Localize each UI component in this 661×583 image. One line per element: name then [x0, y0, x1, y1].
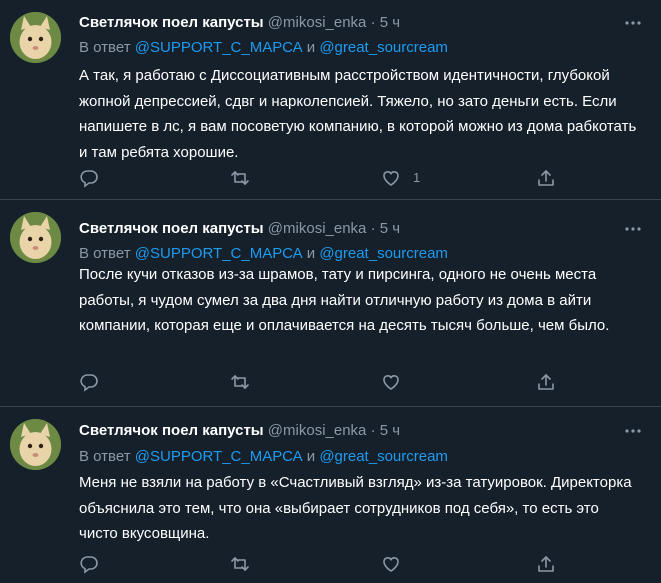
- reply-and: и: [306, 448, 316, 465]
- mention-link[interactable]: @great_sourcream: [319, 245, 448, 262]
- author-handle[interactable]: @mikosi_enka: [268, 422, 367, 439]
- avatar-image: [10, 419, 61, 470]
- more-icon[interactable]: [623, 13, 643, 33]
- tweet-text: А так, я работаю с Диссоциативным расстр…: [79, 67, 637, 161]
- avatar[interactable]: [10, 419, 61, 470]
- like-icon[interactable]: [381, 372, 401, 392]
- mention-link[interactable]: @SUPPORT_С_МАРСА: [135, 448, 303, 465]
- tweet-feed: Светлячок поел капусты @mikosi_enka · 5 …: [0, 0, 661, 583]
- tweet[interactable]: Светлячок поел капусты @mikosi_enka · 5 …: [0, 407, 661, 583]
- like-count: 1: [413, 170, 421, 185]
- avatar[interactable]: [10, 12, 61, 63]
- share-icon[interactable]: [536, 168, 556, 188]
- mention-link[interactable]: @great_sourcream: [319, 448, 448, 465]
- like-icon[interactable]: [381, 554, 401, 574]
- reply-and: и: [306, 39, 316, 56]
- reply-context: В ответ @SUPPORT_С_МАРСА и @great_sourcr…: [79, 447, 448, 467]
- avatar[interactable]: [10, 212, 61, 263]
- more-icon[interactable]: [623, 219, 643, 239]
- author-name[interactable]: Светлячок поел капусты: [79, 422, 264, 439]
- retweet-icon[interactable]: [230, 168, 250, 188]
- timestamp[interactable]: 5 ч: [380, 422, 400, 439]
- share-icon[interactable]: [536, 372, 556, 392]
- tweet[interactable]: Светлячок поел капусты @mikosi_enka · 5 …: [0, 0, 661, 199]
- reply-and: и: [306, 245, 316, 262]
- reply-prefix: В ответ: [79, 448, 131, 465]
- mention-link[interactable]: @SUPPORT_С_МАРСА: [135, 39, 303, 56]
- reply-icon[interactable]: [79, 554, 99, 574]
- mention-link[interactable]: @SUPPORT_С_МАРСА: [135, 245, 303, 262]
- tweet-header: Светлячок поел капусты @mikosi_enka · 5 …: [79, 421, 400, 441]
- author-handle[interactable]: @mikosi_enka: [268, 14, 367, 31]
- reply-prefix: В ответ: [79, 39, 131, 56]
- reply-context: В ответ @SUPPORT_С_МАРСА и @great_sourcr…: [79, 244, 448, 264]
- tweet-text: После кучи отказов из-за шрамов, тату и …: [79, 266, 610, 334]
- tweet[interactable]: Светлячок поел капусты @mikosi_enka · 5 …: [0, 200, 661, 405]
- avatar-image: [10, 12, 61, 63]
- separator: ·: [370, 220, 376, 237]
- reply-icon[interactable]: [79, 168, 99, 188]
- author-handle[interactable]: @mikosi_enka: [268, 220, 367, 237]
- reply-context: В ответ @SUPPORT_С_МАРСА и @great_sourcr…: [79, 38, 448, 58]
- reply-icon[interactable]: [79, 372, 99, 392]
- reply-prefix: В ответ: [79, 245, 131, 262]
- share-icon[interactable]: [536, 554, 556, 574]
- more-icon[interactable]: [623, 421, 643, 441]
- mention-link[interactable]: @great_sourcream: [319, 39, 448, 56]
- retweet-icon[interactable]: [230, 372, 250, 392]
- separator: ·: [370, 422, 376, 439]
- author-name[interactable]: Светлячок поел капусты: [79, 14, 264, 31]
- tweet-text: Меня не взяли на работу в «Счастливый вз…: [79, 474, 632, 542]
- retweet-icon[interactable]: [230, 554, 250, 574]
- author-name[interactable]: Светлячок поел капусты: [79, 220, 264, 237]
- timestamp[interactable]: 5 ч: [380, 14, 400, 31]
- tweet-header: Светлячок поел капусты @mikosi_enka · 5 …: [79, 219, 400, 239]
- timestamp[interactable]: 5 ч: [380, 220, 400, 237]
- avatar-image: [10, 212, 61, 263]
- separator: ·: [370, 14, 376, 31]
- tweet-header: Светлячок поел капусты @mikosi_enka · 5 …: [79, 13, 400, 33]
- like-icon[interactable]: [381, 168, 401, 188]
